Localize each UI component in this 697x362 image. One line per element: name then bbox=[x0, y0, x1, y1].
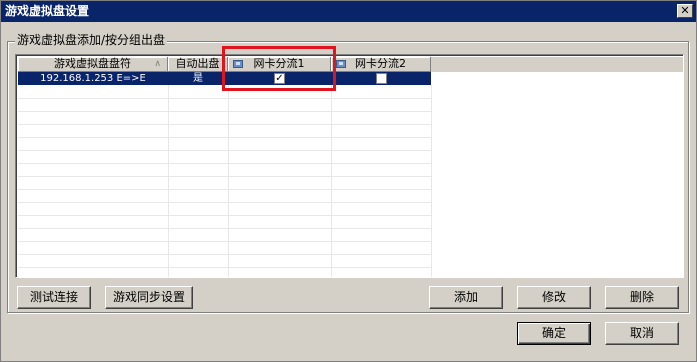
grid-row-line bbox=[18, 163, 431, 164]
edit-button[interactable]: 修改 bbox=[517, 286, 591, 309]
grid-row-line bbox=[18, 124, 431, 125]
column-header-auto[interactable]: 自动出盘 bbox=[168, 57, 228, 72]
grid-row-line bbox=[18, 137, 431, 138]
grid-row-line bbox=[18, 111, 431, 112]
grid-divider bbox=[431, 85, 432, 277]
dialog-window: 游戏虚拟盘设置 ✕ 游戏虚拟盘添加/按分组出盘 游戏虚拟盘盘符 ∧ 自动出盘 网… bbox=[0, 0, 697, 362]
grid-divider bbox=[331, 85, 332, 277]
column-header-label: 游戏虚拟盘盘符 bbox=[54, 57, 131, 70]
annotation-highlight-box bbox=[222, 46, 336, 91]
grid-row-line bbox=[18, 98, 431, 99]
column-header-label: 自动出盘 bbox=[175, 57, 220, 70]
grid-divider bbox=[168, 85, 169, 277]
column-header-drive[interactable]: 游戏虚拟盘盘符 ∧ bbox=[18, 57, 168, 72]
grid-row-line bbox=[18, 202, 431, 203]
grid-row-line bbox=[18, 189, 431, 190]
grid-row-line bbox=[18, 241, 431, 242]
grid-row-line bbox=[18, 150, 431, 151]
column-header-label: 网卡分流2 bbox=[355, 57, 406, 70]
grid-row-line bbox=[18, 254, 431, 255]
cancel-button[interactable]: 取消 bbox=[605, 322, 679, 345]
group-legend: 游戏虚拟盘添加/按分组出盘 bbox=[15, 33, 168, 47]
game-sync-settings-button[interactable]: 游戏同步设置 bbox=[105, 286, 193, 309]
column-icon bbox=[336, 60, 346, 68]
grid-row-line bbox=[18, 176, 431, 177]
nic2-checkbox[interactable] bbox=[376, 73, 387, 84]
add-button[interactable]: 添加 bbox=[429, 286, 503, 309]
ok-button[interactable]: 确定 bbox=[517, 322, 591, 345]
title-bar[interactable]: 游戏虚拟盘设置 ✕ bbox=[1, 1, 696, 22]
sort-ascending-icon: ∧ bbox=[154, 59, 161, 69]
window-title: 游戏虚拟盘设置 bbox=[5, 4, 90, 18]
grid-header: 游戏虚拟盘盘符 ∧ 自动出盘 网卡分流1 网卡分流2 bbox=[18, 57, 683, 72]
column-header-nic2[interactable]: 网卡分流2 bbox=[331, 57, 431, 72]
close-icon[interactable]: ✕ bbox=[677, 4, 693, 18]
grid-row-line bbox=[18, 215, 431, 216]
cell-drive: 192.168.1.253 E=>E bbox=[40, 73, 146, 84]
delete-button[interactable]: 删除 bbox=[605, 286, 679, 309]
grid-row-line bbox=[18, 267, 431, 268]
cell-auto: 是 bbox=[193, 73, 203, 84]
disk-grid[interactable]: 游戏虚拟盘盘符 ∧ 自动出盘 网卡分流1 网卡分流2 192.168.1.253… bbox=[15, 54, 684, 278]
grid-divider bbox=[228, 85, 229, 277]
grid-row-line bbox=[18, 228, 431, 229]
test-connection-button[interactable]: 测试连接 bbox=[17, 286, 91, 309]
